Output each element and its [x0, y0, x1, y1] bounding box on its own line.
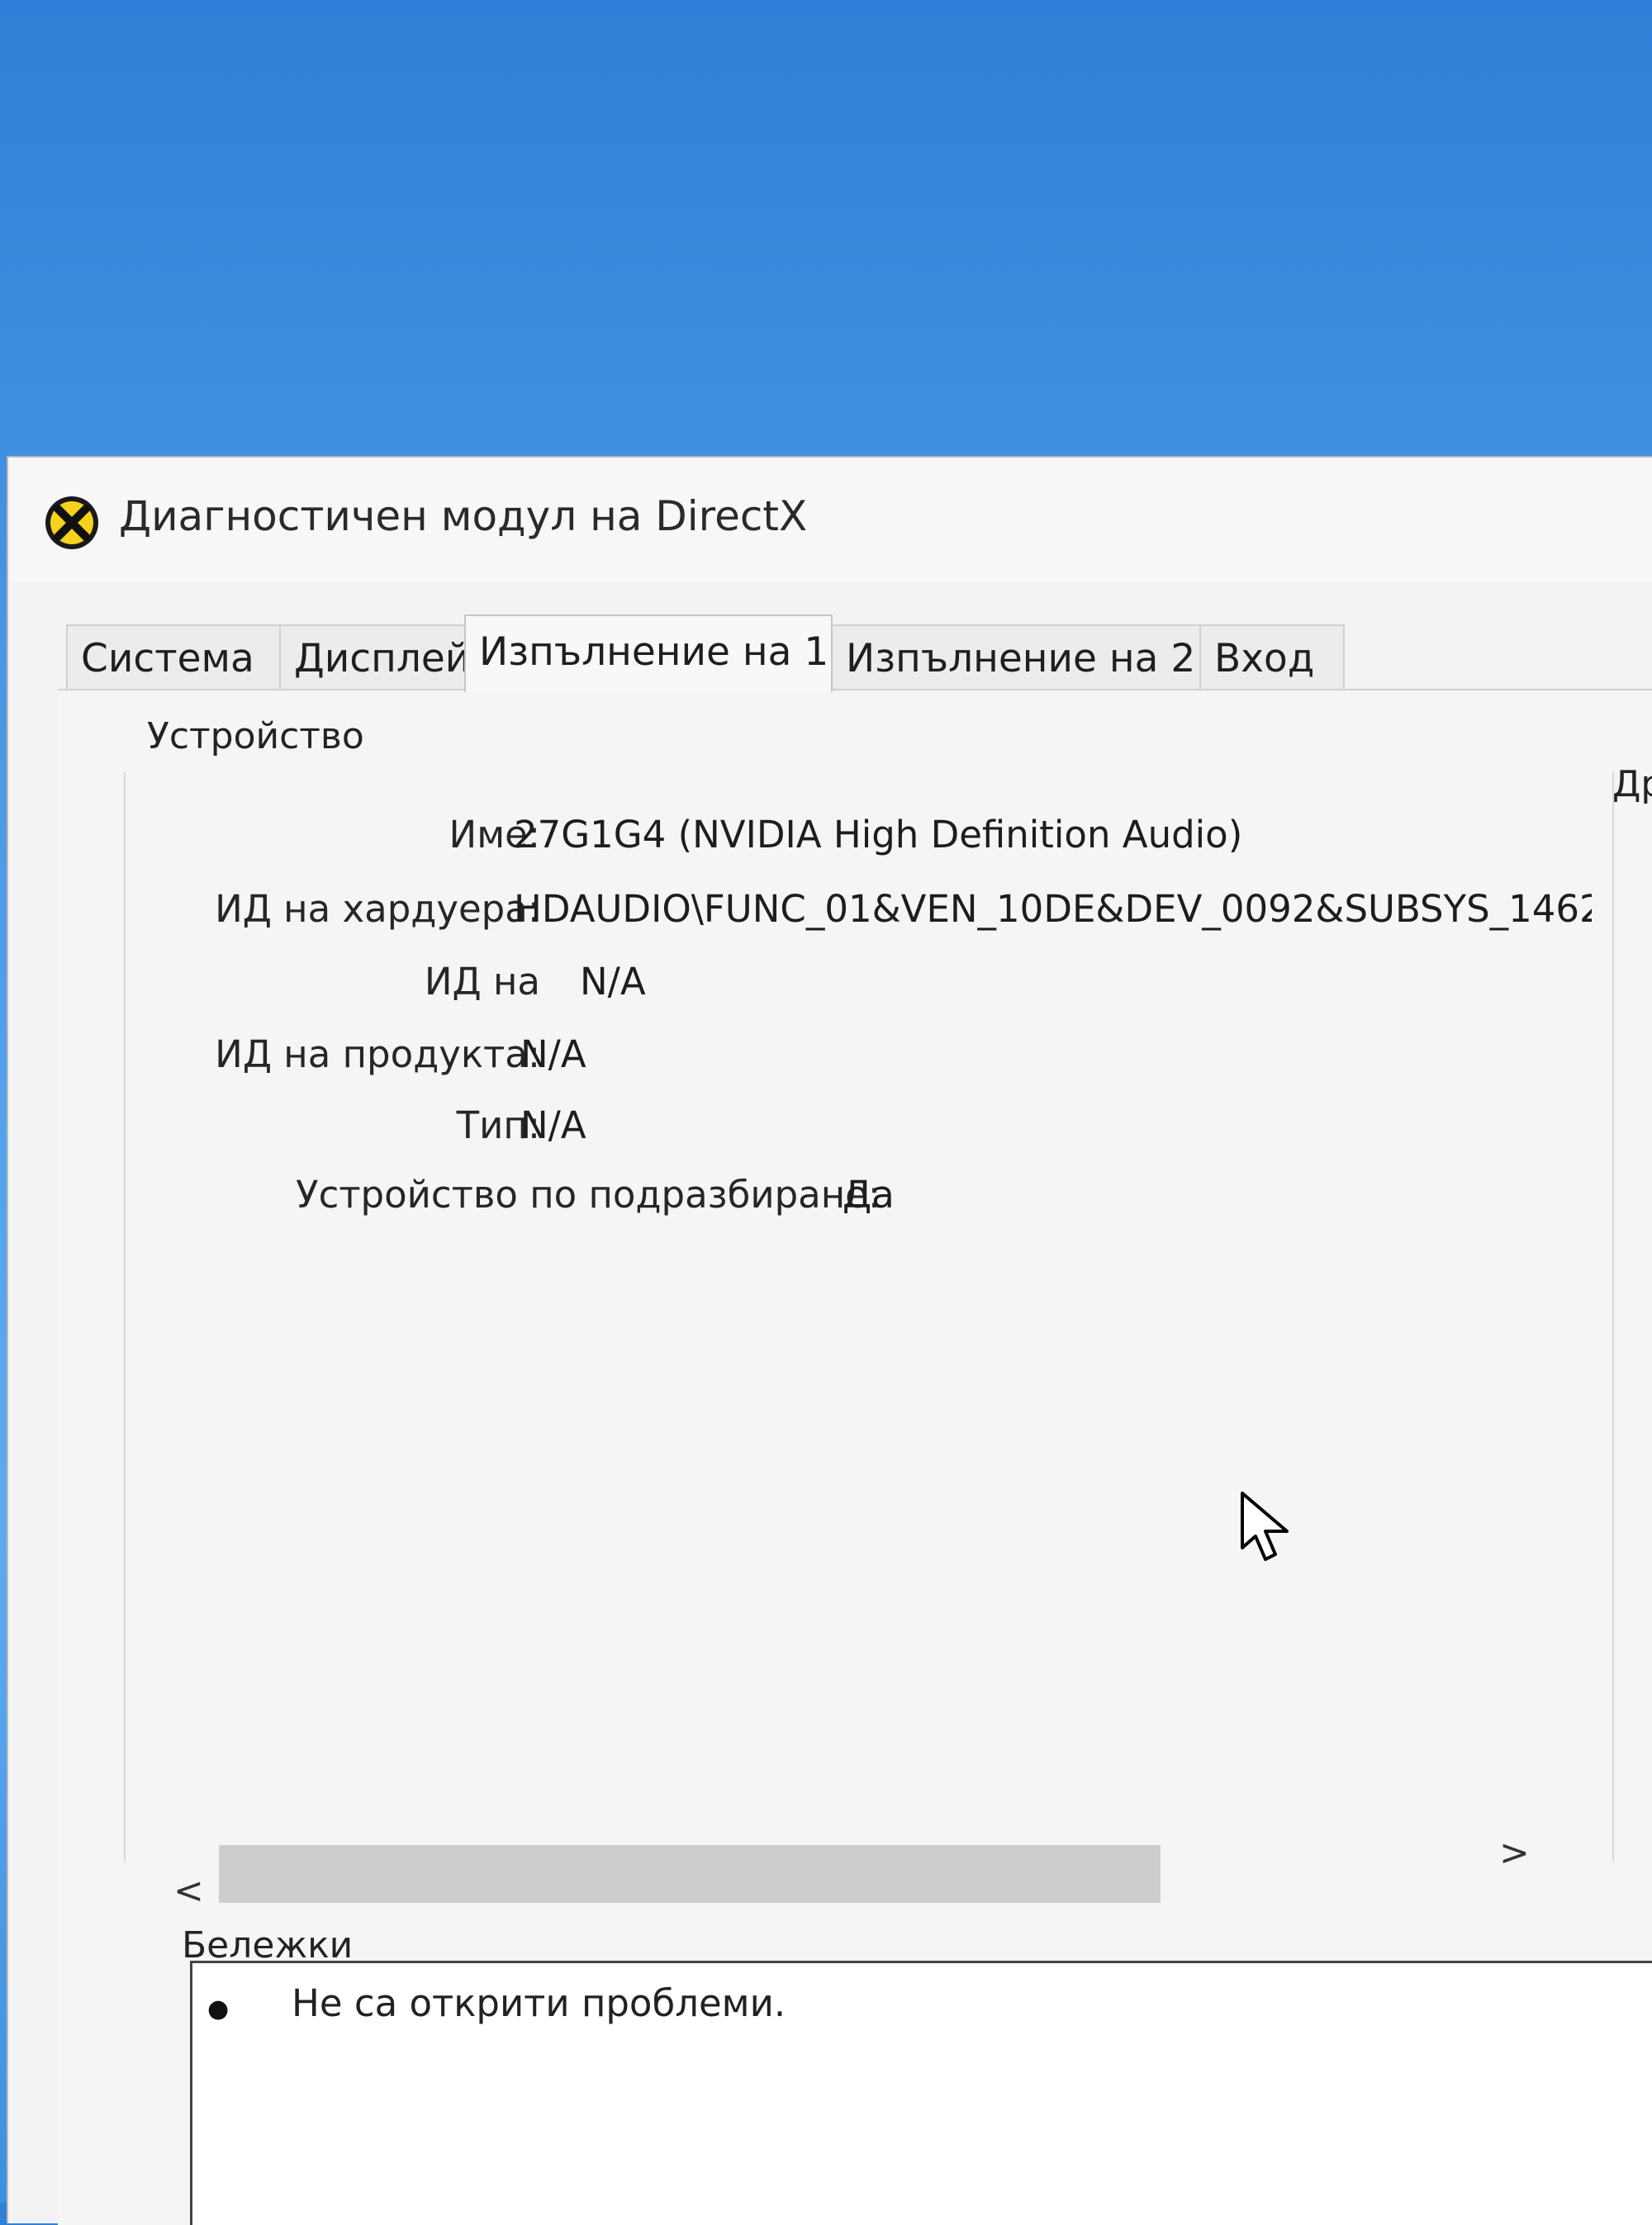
- default-device-label: Устройство по подразбиране:: [296, 1173, 881, 1217]
- horizontal-scrollbar[interactable]: [219, 1845, 1161, 1903]
- hardware-id-label: ИД на хардуера:: [215, 887, 540, 931]
- type-row: Тип:: [157, 1103, 540, 1153]
- mouse-pointer-icon: [1241, 1492, 1289, 1561]
- note-item: Не са открити проблеми.: [292, 1981, 786, 2025]
- notes-box[interactable]: ● Не са открити проблеми.: [190, 1961, 1652, 2225]
- default-device-row: Устройство по подразбиране:: [157, 1173, 881, 1222]
- name-row: Име:: [157, 813, 540, 862]
- scroll-left-button[interactable]: <: [173, 1870, 204, 1912]
- id-value: N/A: [580, 960, 646, 1003]
- type-value: N/A: [520, 1103, 586, 1147]
- bullet-icon: ●: [207, 1995, 230, 2023]
- tab-display[interactable]: Дисплей: [279, 624, 470, 690]
- tab-sound-2[interactable]: Изпълнение на 2: [831, 624, 1201, 690]
- product-id-label: ИД на продукта:: [215, 1032, 540, 1076]
- tab-input[interactable]: Вход: [1199, 624, 1345, 690]
- sound-tab-panel: Устройство Др Име: 27G1G4 (NVIDIA High D…: [58, 689, 1652, 2225]
- directx-icon: [45, 496, 98, 549]
- default-device-value: Да: [843, 1173, 895, 1217]
- name-value: 27G1G4 (NVIDIA High Definition Audio): [514, 813, 1243, 856]
- id-label: ИД на: [424, 960, 540, 1003]
- drivers-group-label-partial: Др: [1612, 763, 1652, 805]
- tab-strip: Система Дисплей Изпълнение на 1 Изпълнен…: [66, 614, 1388, 692]
- tab-sound-1[interactable]: Изпълнение на 1: [464, 614, 833, 692]
- window-title: Диагностичен модул на DirectX: [119, 492, 808, 540]
- hardware-id-value: HDAUDIO\FUNC_01&VEN_10DE&DEV_0092&SUBSYS…: [514, 887, 1592, 931]
- scroll-right-button[interactable]: >: [1499, 1832, 1530, 1874]
- directx-diagnostic-window: Диагностичен модул на DirectX Система Ди…: [7, 456, 1652, 2225]
- tab-system[interactable]: Система: [66, 624, 282, 690]
- product-id-row: ИД на продукта:: [157, 1032, 540, 1082]
- hardware-id-row: ИД на хардуера:: [157, 887, 540, 937]
- id-row: ИД на: [157, 960, 540, 1009]
- product-id-value: N/A: [520, 1032, 586, 1076]
- device-group-label: Устройство: [147, 715, 364, 757]
- title-bar[interactable]: Диагностичен модул на DirectX: [8, 458, 1652, 581]
